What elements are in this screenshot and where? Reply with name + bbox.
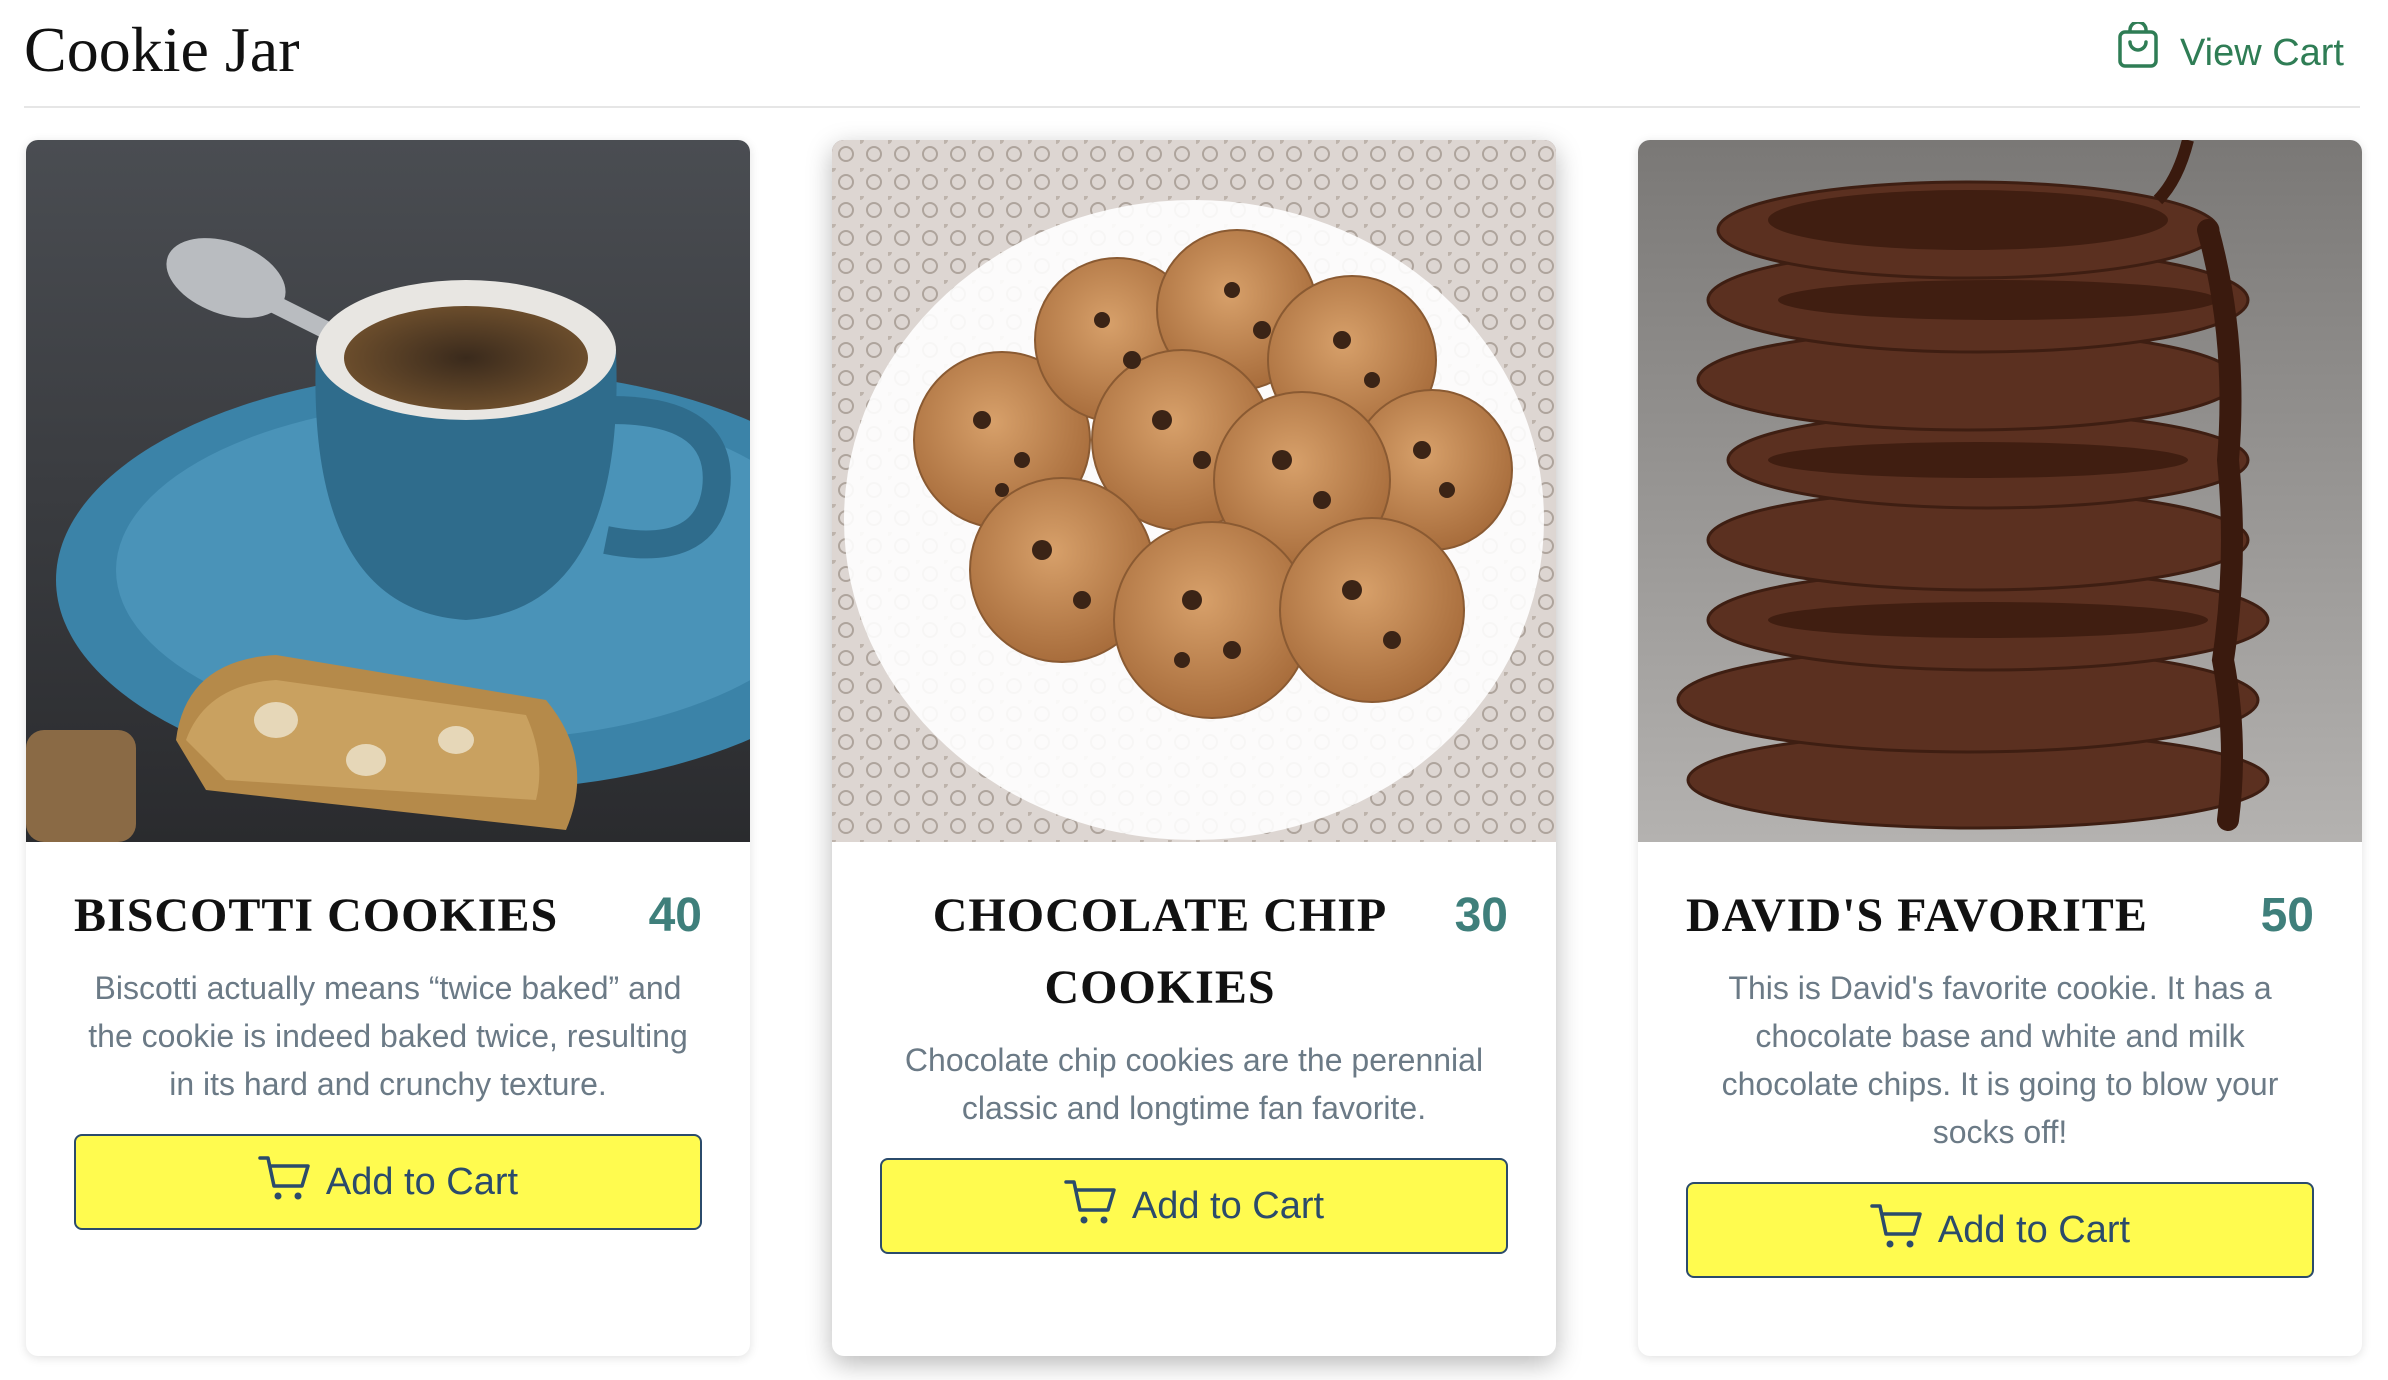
title-row: CHOCOLATE CHIP COOKIES 30	[880, 880, 1508, 1024]
header: Cookie Jar View Cart	[24, 0, 2360, 108]
product-title: BISCOTTI COOKIES	[74, 889, 559, 942]
brand-title[interactable]: Cookie Jar	[24, 12, 300, 88]
product-price: 30	[1454, 889, 1508, 942]
product-card-biscotti: BISCOTTI COOKIES 40 Biscotti actually me…	[26, 140, 750, 1356]
add-to-cart-button[interactable]: Add to Cart	[74, 1134, 702, 1230]
product-price: 40	[648, 889, 702, 942]
cart-icon	[258, 1152, 310, 1212]
product-price: 50	[2260, 889, 2314, 942]
product-card-davids-favorite: DAVID'S FAVORITE 50 This is David's favo…	[1638, 140, 2362, 1356]
add-to-cart-button[interactable]: Add to Cart	[1686, 1182, 2314, 1278]
add-to-cart-label: Add to Cart	[1937, 1208, 2131, 1251]
add-to-cart-button[interactable]: Add to Cart	[880, 1158, 1508, 1254]
product-description: This is David's favorite cookie. It has …	[1721, 970, 2279, 1150]
product-title: CHOCOLATE CHIP COOKIES	[932, 889, 1388, 1014]
chocolate-chip-card-body: CHOCOLATE CHIP COOKIES 30 Chocolate chip…	[880, 880, 1508, 1254]
add-to-cart-label: Add to Cart	[1131, 1184, 1325, 1227]
product-description: Chocolate chip cookies are the perennial…	[904, 1042, 1484, 1126]
cart-icon	[1870, 1200, 1922, 1260]
title-row: BISCOTTI COOKIES 40	[74, 880, 702, 952]
product-title: DAVID'S FAVORITE	[1686, 889, 2148, 942]
shopping-bag-icon	[2116, 20, 2160, 84]
davids-favorite-image	[1638, 140, 2362, 842]
biscotti-image	[26, 140, 750, 842]
davids-favorite-card-body: DAVID'S FAVORITE 50 This is David's favo…	[1686, 880, 2314, 1278]
title-row: DAVID'S FAVORITE 50	[1686, 880, 2314, 952]
biscotti-card-body: BISCOTTI COOKIES 40 Biscotti actually me…	[74, 880, 702, 1230]
view-cart-button[interactable]: View Cart	[2116, 20, 2344, 84]
chocolate-chip-image	[832, 140, 1556, 842]
product-description: Biscotti actually means “twice baked” an…	[88, 970, 688, 1102]
product-card-chocolate-chip: CHOCOLATE CHIP COOKIES 30 Chocolate chip…	[832, 140, 1556, 1356]
add-to-cart-label: Add to Cart	[325, 1160, 519, 1203]
page: Cookie Jar View Cart BISCOTTI COOKIES 40…	[0, 0, 2388, 1380]
cart-icon	[1064, 1176, 1116, 1236]
view-cart-label: View Cart	[2179, 32, 2344, 74]
